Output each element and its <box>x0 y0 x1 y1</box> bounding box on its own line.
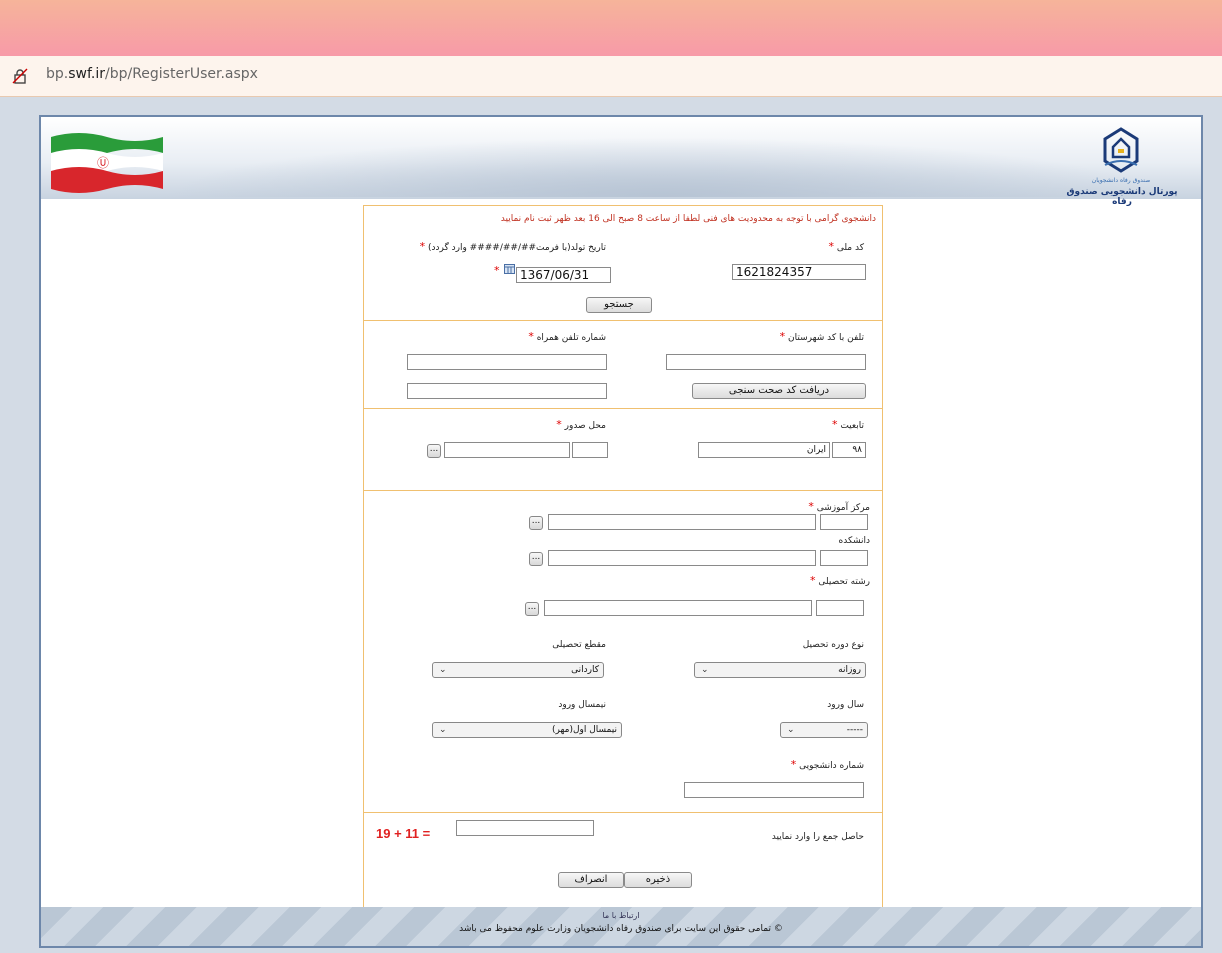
national-code-input[interactable]: 1621824357 <box>732 264 866 280</box>
entry-semester-select[interactable]: ⌄ نیمسال اول(مهر) <box>432 722 622 738</box>
search-button[interactable]: جستجو <box>586 297 652 313</box>
swf-emblem-icon <box>1103 127 1139 173</box>
address-bar[interactable]: bp.swf.ir/bp/RegisterUser.aspx <box>0 56 1222 97</box>
insecure-lock-icon <box>12 68 28 84</box>
issue-place-name-input[interactable] <box>444 442 570 458</box>
copyright-text: © تمامی حقوق این سایت برای صندوق رفاه دا… <box>459 924 783 934</box>
url-text[interactable]: bp.swf.ir/bp/RegisterUser.aspx <box>46 66 258 82</box>
swf-logo: صندوق رفاه دانشجویان پورتال دانشجویی صند… <box>1061 123 1181 207</box>
page-frame: Ⓤ صندوق رفاه دانشجویان پورتال دانشجویی ص… <box>39 115 1203 948</box>
major-lookup-button[interactable]: ... <box>525 602 539 616</box>
captcha-prompt: حاصل جمع را وارد نمایید <box>771 832 864 842</box>
chevron-down-icon: ⌄ <box>439 665 447 675</box>
major-name-input[interactable] <box>544 600 812 616</box>
edu-center-name-input[interactable] <box>548 514 816 530</box>
chevron-down-icon: ⌄ <box>439 725 447 735</box>
iran-flag-icon: Ⓤ <box>51 133 163 193</box>
mobile-label: شماره تلفن همراه * <box>528 330 606 343</box>
faculty-name-input[interactable] <box>548 550 816 566</box>
faculty-lookup-button[interactable]: ... <box>529 552 543 566</box>
svg-text:Ⓤ: Ⓤ <box>97 156 109 170</box>
save-button[interactable]: ذخیره <box>624 872 692 888</box>
edu-center-lookup-button[interactable]: ... <box>529 516 543 530</box>
entry-year-select[interactable]: ⌄ ----- <box>780 722 868 738</box>
phone-input[interactable] <box>666 354 866 370</box>
issue-place-label: محل صدور * <box>556 418 606 431</box>
course-type-label: نوع دوره تحصیل <box>802 640 864 650</box>
identity-section: دانشجوی گرامی با توجه به محدودیت های فنی… <box>364 206 882 321</box>
verification-code-input[interactable] <box>407 383 607 399</box>
logo-subtitle: صندوق رفاه دانشجویان <box>1091 177 1151 184</box>
nationality-label: تابعیت * <box>831 418 864 431</box>
portal-title: پورتال دانشجویی صندوق رفاه <box>1066 187 1178 207</box>
registration-form: دانشجوی گرامی با توجه به محدودیت های فنی… <box>363 205 883 909</box>
issue-place-code-input[interactable] <box>572 442 608 458</box>
contact-section: تلفن با کد شهرستان * شماره تلفن همراه * … <box>364 320 882 409</box>
student-number-label: شماره دانشجویی * <box>790 758 864 771</box>
cancel-button[interactable]: انصراف <box>558 872 624 888</box>
birth-date-label: تاریخ تولد(با فرمت##/##/#### وارد گردد) … <box>419 240 606 253</box>
nationality-name-input[interactable]: ایران <box>698 442 830 458</box>
phone-label: تلفن با کد شهرستان * <box>779 330 864 343</box>
captcha-question: 19 + 11 = <box>376 826 431 841</box>
header-banner: Ⓤ صندوق رفاه دانشجویان پورتال دانشجویی ص… <box>41 117 1201 207</box>
chevron-down-icon: ⌄ <box>701 665 709 675</box>
edu-center-code-input[interactable] <box>820 514 868 530</box>
faculty-label: دانشکده <box>838 536 870 546</box>
course-type-select[interactable]: ⌄ روزانه <box>694 662 866 678</box>
major-label: رشته تحصیلی * <box>810 574 870 587</box>
issue-place-lookup-button[interactable]: ... <box>427 444 441 458</box>
chevron-down-icon: ⌄ <box>787 725 795 735</box>
faculty-code-input[interactable] <box>820 550 868 566</box>
birth-date-input[interactable]: 1367/06/31 <box>516 267 611 283</box>
entry-semester-label: نیمسال ورود <box>558 700 606 710</box>
nationality-section: تابعیت * محل صدور * ۹۸ ایران ... <box>364 408 882 491</box>
notice-text: دانشجوی گرامی با توجه به محدودیت های فنی… <box>500 214 876 224</box>
browser-top-strip <box>0 0 1222 56</box>
degree-label: مقطع تحصیلی <box>552 640 606 650</box>
calendar-icon[interactable] <box>504 264 515 274</box>
education-section: مرکز آموزشی * ... دانشکده ... رشته تحصیل… <box>364 490 882 813</box>
mobile-input[interactable] <box>407 354 607 370</box>
major-code-input[interactable] <box>816 600 864 616</box>
entry-year-label: سال ورود <box>827 700 864 710</box>
national-code-label: کد ملی * <box>828 240 864 253</box>
degree-select[interactable]: ⌄ کاردانی <box>432 662 604 678</box>
footer: ارتباط با ما © تمامی حقوق این سایت برای … <box>41 907 1201 946</box>
contact-us-link[interactable]: ارتباط با ما <box>41 911 1201 920</box>
captcha-input[interactable] <box>456 820 594 836</box>
student-number-input[interactable] <box>684 782 864 798</box>
edu-center-label: مرکز آموزشی * <box>808 500 870 513</box>
nationality-code-input[interactable]: ۹۸ <box>832 442 866 458</box>
get-verification-code-button[interactable]: دریافت کد صحت سنجی <box>692 383 866 399</box>
